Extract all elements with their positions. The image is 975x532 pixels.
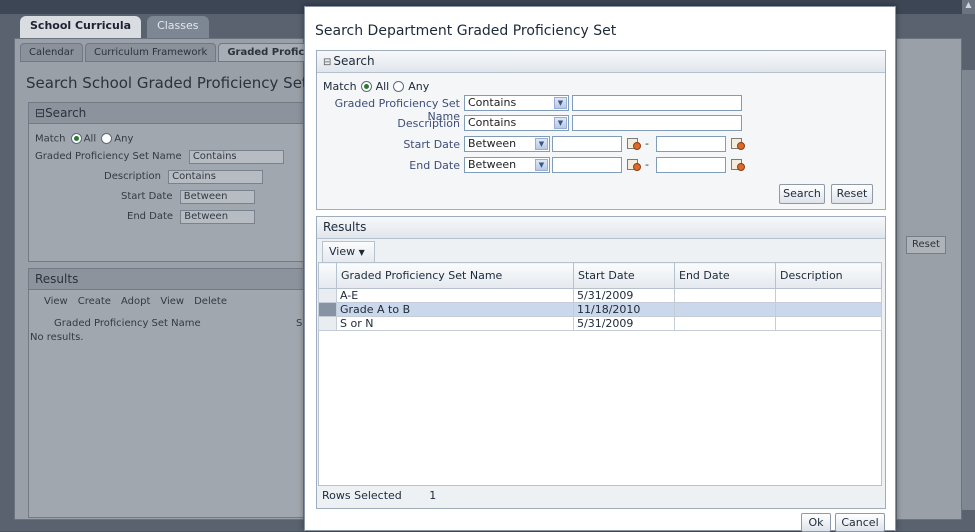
scroll-up-icon: ▲ [962, 0, 975, 14]
start-date-to-input[interactable] [656, 136, 726, 152]
name-input[interactable] [572, 95, 742, 111]
ok-button[interactable]: Ok [801, 513, 831, 532]
rows-selected-count: 1 [429, 489, 437, 502]
column-header-start-date[interactable]: Start Date [573, 262, 675, 289]
calendar-icon[interactable] [625, 157, 641, 171]
collapse-icon[interactable]: ⊟ [323, 57, 331, 68]
match-any-radio[interactable] [393, 81, 405, 92]
background-results-header: Results [29, 269, 303, 290]
background-toolbar: View Create Adopt View Delete [44, 296, 227, 307]
start-date-operator-select[interactable]: Between ▼ [464, 136, 550, 152]
table-header-row: Graded Proficiency Set Name Start Date E… [318, 262, 882, 289]
search-button[interactable]: Search [779, 184, 825, 204]
column-header-end-date[interactable]: End Date [674, 262, 776, 289]
end-date-to-input[interactable] [656, 157, 726, 173]
results-section: Results View ▼ Graded Proficiency Set Na… [316, 216, 886, 509]
match-all-label: All [375, 80, 390, 93]
rows-selected-label: Rows Selected [322, 489, 402, 502]
end-date-operator-select[interactable]: Between ▼ [464, 157, 550, 173]
column-header-description[interactable]: Description [775, 262, 882, 289]
calendar-icon[interactable] [729, 157, 745, 171]
background-field-row: Start Date Between [121, 190, 255, 204]
match-all-radio[interactable] [360, 81, 372, 92]
background-search-header: Search [45, 106, 87, 120]
view-menu[interactable]: View ▼ [322, 241, 375, 263]
calendar-icon[interactable] [625, 136, 641, 150]
description-label: Description [397, 117, 460, 130]
match-any-label: Any [408, 80, 430, 93]
subtab-curriculum-framework: Curriculum Framework [84, 43, 217, 62]
chevron-down-icon: ▼ [554, 97, 567, 109]
background-scrollbar [962, 70, 975, 510]
reset-button[interactable]: Reset [831, 184, 873, 204]
rows-selected-status: Rows Selected 1 [318, 485, 882, 504]
dialog-title: Search Department Graded Proficiency Set [315, 23, 617, 39]
column-header-name[interactable]: Graded Proficiency Set Name [336, 262, 574, 289]
end-date-label: End Date [409, 159, 460, 172]
background-field-row: Graded Proficiency Set Name Contains [35, 150, 284, 164]
cancel-button[interactable]: Cancel [835, 513, 885, 532]
background-no-results: No results. [30, 332, 84, 343]
results-header: Results [317, 217, 885, 239]
tab-school-curricula: School Curricula [20, 16, 142, 38]
search-dialog: Search Department Graded Proficiency Set… [304, 6, 896, 532]
match-row: Match All Any [323, 80, 429, 93]
caret-down-icon: ▼ [358, 248, 365, 257]
description-operator-select[interactable]: Contains ▼ [464, 115, 569, 131]
chevron-down-icon: ▼ [554, 117, 567, 129]
background-page-title: Search School Graded Proficiency Set [26, 74, 308, 92]
start-date-label: Start Date [403, 138, 460, 151]
background-reset-button: Reset [906, 236, 946, 254]
background-match-row: Match All Any [35, 133, 134, 145]
table-row[interactable]: S or N 5/31/2009 [318, 316, 882, 331]
search-header: Search [333, 54, 375, 68]
top-tabs: School Curricula Classes [20, 16, 209, 38]
background-column-header-s: S [296, 318, 303, 329]
table-row-selected[interactable]: Grade A to B 11/18/2010 [318, 302, 882, 317]
calendar-icon[interactable] [729, 136, 745, 150]
description-input[interactable] [572, 115, 742, 131]
results-table: Graded Proficiency Set Name Start Date E… [318, 262, 882, 331]
subtab-calendar: Calendar [20, 43, 83, 62]
start-date-from-input[interactable] [552, 136, 622, 152]
tab-classes: Classes [147, 16, 209, 38]
table-row[interactable]: A-E 5/31/2009 [318, 288, 882, 303]
name-operator-select[interactable]: Contains ▼ [464, 95, 569, 111]
background-field-row: End Date Between [127, 210, 256, 224]
end-date-from-input[interactable] [552, 157, 622, 173]
background-right-panel [896, 38, 962, 520]
sub-tabs: Calendar Curriculum Framework Graded Pro… [20, 43, 329, 62]
chevron-down-icon: ▼ [535, 159, 548, 171]
background-field-row: Description Contains [104, 170, 264, 184]
chevron-down-icon: ▼ [535, 138, 548, 150]
background-column-header: Graded Proficiency Set Name [54, 318, 201, 329]
match-label: Match [323, 80, 357, 93]
